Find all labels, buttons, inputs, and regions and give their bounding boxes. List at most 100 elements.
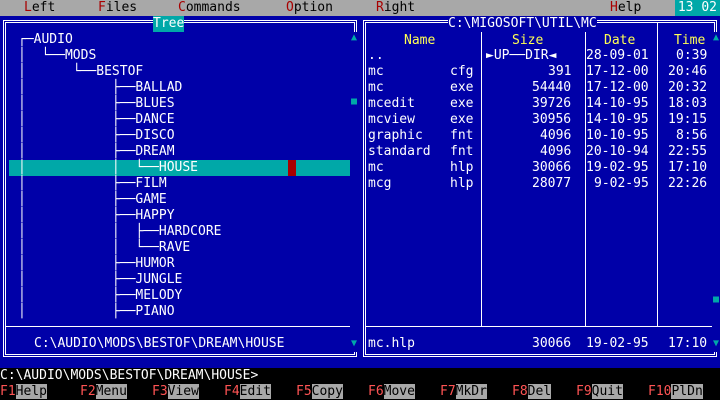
file-ext: exe [450, 80, 474, 95]
scroll-up-arrow-icon[interactable]: ▲ [712, 32, 720, 44]
column-header-size[interactable]: Size [512, 33, 543, 49]
tree-node-house[interactable]: │ │ └──HOUSE [18, 160, 198, 176]
menu-right[interactable]: Right [376, 0, 415, 16]
menu-help[interactable]: Help [610, 0, 641, 16]
file-time: 17:10 [668, 160, 708, 175]
fkey-number: F1 [0, 384, 16, 399]
file-row[interactable]: mcedit exe 39726 14-10-95 18:03 [360, 96, 720, 112]
file-scrollbar[interactable]: ▲ ■ ▼ [712, 32, 720, 352]
file-ext: hlp [450, 160, 474, 175]
tree-node-dance[interactable]: │ ├──DANCE [18, 112, 175, 128]
file-size: 28077 [532, 176, 572, 191]
file-row[interactable]: mc hlp 30066 19-02-95 17:10 [360, 160, 720, 176]
menu-left-label: eft [31, 0, 56, 15]
scroll-down-arrow-icon[interactable]: ▼ [712, 338, 720, 350]
tree-node-rave[interactable]: │ │ └──RAVE [18, 240, 190, 256]
file-name: .. [368, 48, 384, 63]
file-time: 22:55 [668, 144, 708, 159]
fkey-move[interactable]: F6Move [368, 384, 415, 400]
fkey-number: F5 [296, 384, 312, 399]
file-name: mc [368, 80, 384, 95]
menu-files[interactable]: Files [98, 0, 137, 16]
fkey-edit[interactable]: F4Edit [224, 384, 271, 400]
menu-help-hotkey: H [610, 0, 618, 15]
fkey-label: Menu [95, 384, 127, 399]
tree-node-bestof[interactable]: │ └──BESTOF [18, 64, 143, 80]
file-size: 30066 [532, 160, 572, 175]
fkey-help[interactable]: F1Help [0, 384, 47, 400]
file-row[interactable]: mcview exe 30956 14-10-95 19:15 [360, 112, 720, 128]
tree-panel[interactable]: Tree ┌─AUDIO │ └──MODS │ └──BESTOF │ ├──… [0, 16, 360, 360]
tree-node-blues[interactable]: │ ├──BLUES [18, 96, 175, 112]
file-time: 18:03 [668, 96, 708, 111]
tree-node-ballad[interactable]: │ ├──BALLAD [18, 80, 182, 96]
file-ext: fnt [450, 144, 474, 159]
tree-node-piano[interactable]: │ ├──PIANO [18, 304, 175, 320]
fkey-number: F8 [512, 384, 528, 399]
file-date: 17-12-00 [586, 80, 649, 95]
fkey-quit[interactable]: F9Quit [576, 384, 623, 400]
file-panel[interactable]: C:\MIGOSOFT\UTIL\MC Name Size Date Time … [360, 16, 720, 360]
menu-option[interactable]: Option [286, 0, 333, 16]
tree-node-hardcore[interactable]: │ │ ├──HARDCORE [18, 224, 222, 240]
menu-left-hotkey: L [24, 0, 32, 15]
menu-right-hotkey: R [376, 0, 384, 15]
tree-scrollbar[interactable]: ▲ ■ ▼ [350, 32, 358, 352]
tree-cursor-mark [288, 160, 296, 176]
menu-left[interactable]: Left [24, 0, 55, 16]
command-line[interactable]: C:\AUDIO\MODS\BESTOF\DREAM\HOUSE> [0, 368, 720, 384]
column-header-date[interactable]: Date [604, 33, 635, 49]
scroll-down-arrow-icon[interactable]: ▼ [350, 338, 358, 350]
fkey-label: Move [383, 384, 415, 399]
fkey-view[interactable]: F3View [152, 384, 199, 400]
fkey-copy[interactable]: F5Copy [296, 384, 343, 400]
tree-node-jungle[interactable]: │ ├──JUNGLE [18, 272, 182, 288]
fkey-menu[interactable]: F2Menu [80, 384, 127, 400]
scroll-thumb[interactable]: ■ [712, 294, 720, 306]
fkey-pulldown[interactable]: F10PlDn [648, 384, 703, 400]
fkey-label: Help [15, 384, 47, 399]
tree-node-melody[interactable]: │ ├──MELODY [18, 288, 182, 304]
file-row[interactable]: .. ►UP──DIR◄ 28-09-01 0:39 [360, 48, 720, 64]
file-row[interactable]: mc cfg 391 17-12-00 20:46 [360, 64, 720, 80]
menu-commands-label: ommands [185, 0, 241, 15]
menu-option-hotkey: O [286, 0, 294, 15]
fkey-label: Copy [311, 384, 343, 399]
file-time: 8:56 [676, 128, 708, 143]
fkey-number: F9 [576, 384, 592, 399]
tree-node-happy[interactable]: │ ├──HAPPY [18, 208, 175, 224]
file-size: ►UP──DIR◄ [486, 48, 557, 63]
tree-node-mods[interactable]: │ └──MODS [18, 48, 96, 64]
status-file-size: 30066 [532, 336, 572, 351]
column-header-time[interactable]: Time [674, 33, 705, 49]
file-size: 4096 [540, 128, 572, 143]
tree-node-dream[interactable]: │ ├──DREAM [18, 144, 175, 160]
file-row[interactable]: standard fnt 4096 20-10-94 22:55 [360, 144, 720, 160]
scroll-up-arrow-icon[interactable]: ▲ [350, 32, 358, 44]
fkey-number: F3 [152, 384, 168, 399]
scroll-thumb[interactable]: ■ [350, 96, 358, 108]
file-name: mc [368, 160, 384, 175]
file-row[interactable]: graphic fnt 4096 10-10-95 8:56 [360, 128, 720, 144]
file-date: 17-12-00 [586, 64, 649, 79]
file-ext: cfg [450, 64, 474, 79]
fkey-mkdir[interactable]: F7MkDr [440, 384, 487, 400]
menu-commands[interactable]: Commands [178, 0, 241, 16]
tree-node-disco[interactable]: │ ├──DISCO [18, 128, 175, 144]
tree-node-audio[interactable]: ┌─AUDIO [18, 32, 73, 48]
fkey-number: F10 [648, 384, 672, 399]
file-date: 20-10-94 [586, 144, 649, 159]
fkey-number: F7 [440, 384, 456, 399]
column-header-name[interactable]: Name [404, 33, 435, 49]
tree-node-film[interactable]: │ ├──FILM [18, 176, 167, 192]
tree-node-game[interactable]: │ ├──GAME [18, 192, 167, 208]
file-ext: fnt [450, 128, 474, 143]
menu-help-label: elp [617, 0, 642, 15]
file-name: mc [368, 64, 384, 79]
tree-node-humor[interactable]: │ ├──HUMOR [18, 256, 175, 272]
file-size: 39726 [532, 96, 572, 111]
file-time: 20:32 [668, 80, 708, 95]
fkey-delete[interactable]: F8Del [512, 384, 552, 400]
file-row[interactable]: mcg hlp 28077 9-02-95 22:26 [360, 176, 720, 192]
file-row[interactable]: mc exe 54440 17-12-00 20:32 [360, 80, 720, 96]
